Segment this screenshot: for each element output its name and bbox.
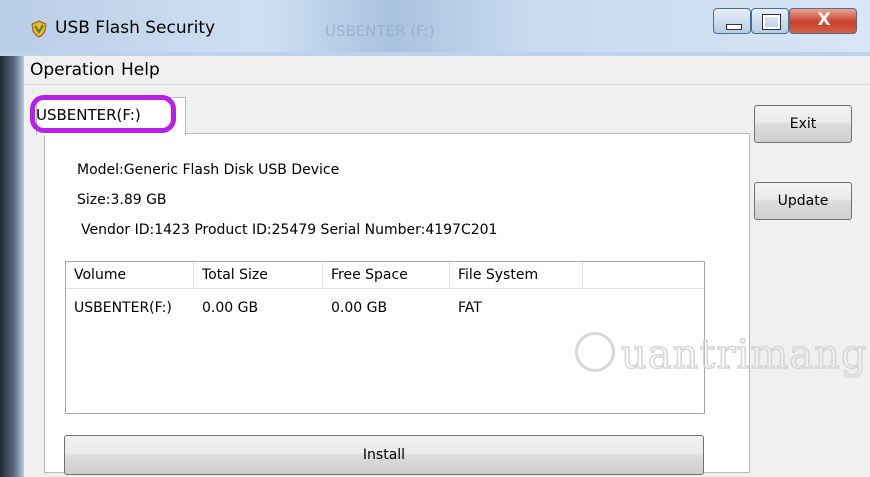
column-divider [582, 262, 583, 288]
device-panel: Model:Generic Flash Disk USB Device Size… [44, 133, 750, 473]
minimize-icon [726, 24, 742, 30]
device-size: Size:3.89 GB [77, 192, 167, 208]
menu-bar: Operation Help [24, 56, 870, 85]
install-button[interactable]: Install [64, 435, 704, 475]
cell-volume: USBENTER(F:) [74, 300, 172, 316]
watermark: uantrimang [575, 330, 870, 390]
column-file-system[interactable]: File System [458, 267, 538, 283]
device-model: Model:Generic Flash Disk USB Device [77, 162, 340, 178]
close-icon: X [817, 10, 831, 30]
close-button[interactable]: X [789, 8, 857, 34]
column-divider [322, 262, 323, 288]
update-button[interactable]: Update [754, 182, 852, 220]
window-left-edge [0, 56, 24, 477]
app-window: USB Flash Security USBENTER (F:) X Opera… [0, 0, 870, 477]
background-window-title: USBENTER (F:) [325, 22, 435, 40]
watermark-logo-icon [575, 332, 615, 372]
cell-file-system: FAT [458, 300, 482, 316]
column-free-space[interactable]: Free Space [331, 267, 408, 283]
column-total-size[interactable]: Total Size [202, 267, 268, 283]
column-divider [193, 262, 194, 288]
client-area: Model:Generic Flash Disk USB Device Size… [24, 85, 870, 477]
minimize-button[interactable] [713, 8, 751, 34]
column-volume[interactable]: Volume [74, 267, 126, 283]
maximize-button[interactable] [751, 8, 789, 34]
shield-icon [31, 20, 47, 38]
cell-free-space: 0.00 GB [331, 300, 388, 316]
menu-operation[interactable]: Operation [30, 60, 115, 80]
exit-button[interactable]: Exit [754, 105, 852, 143]
watermark-text: uantrimang [620, 331, 868, 379]
volume-list-header: Volume Total Size Free Space File System [66, 262, 704, 289]
highlight-annotation [30, 95, 176, 133]
menu-help[interactable]: Help [121, 60, 160, 80]
title-bar: USB Flash Security USBENTER (F:) X [0, 0, 870, 52]
maximize-icon [762, 14, 781, 30]
cell-total-size: 0.00 GB [202, 300, 259, 316]
column-divider [449, 262, 450, 288]
device-ids: Vendor ID:1423 Product ID:25479 Serial N… [81, 222, 498, 238]
window-title: USB Flash Security [55, 18, 216, 38]
